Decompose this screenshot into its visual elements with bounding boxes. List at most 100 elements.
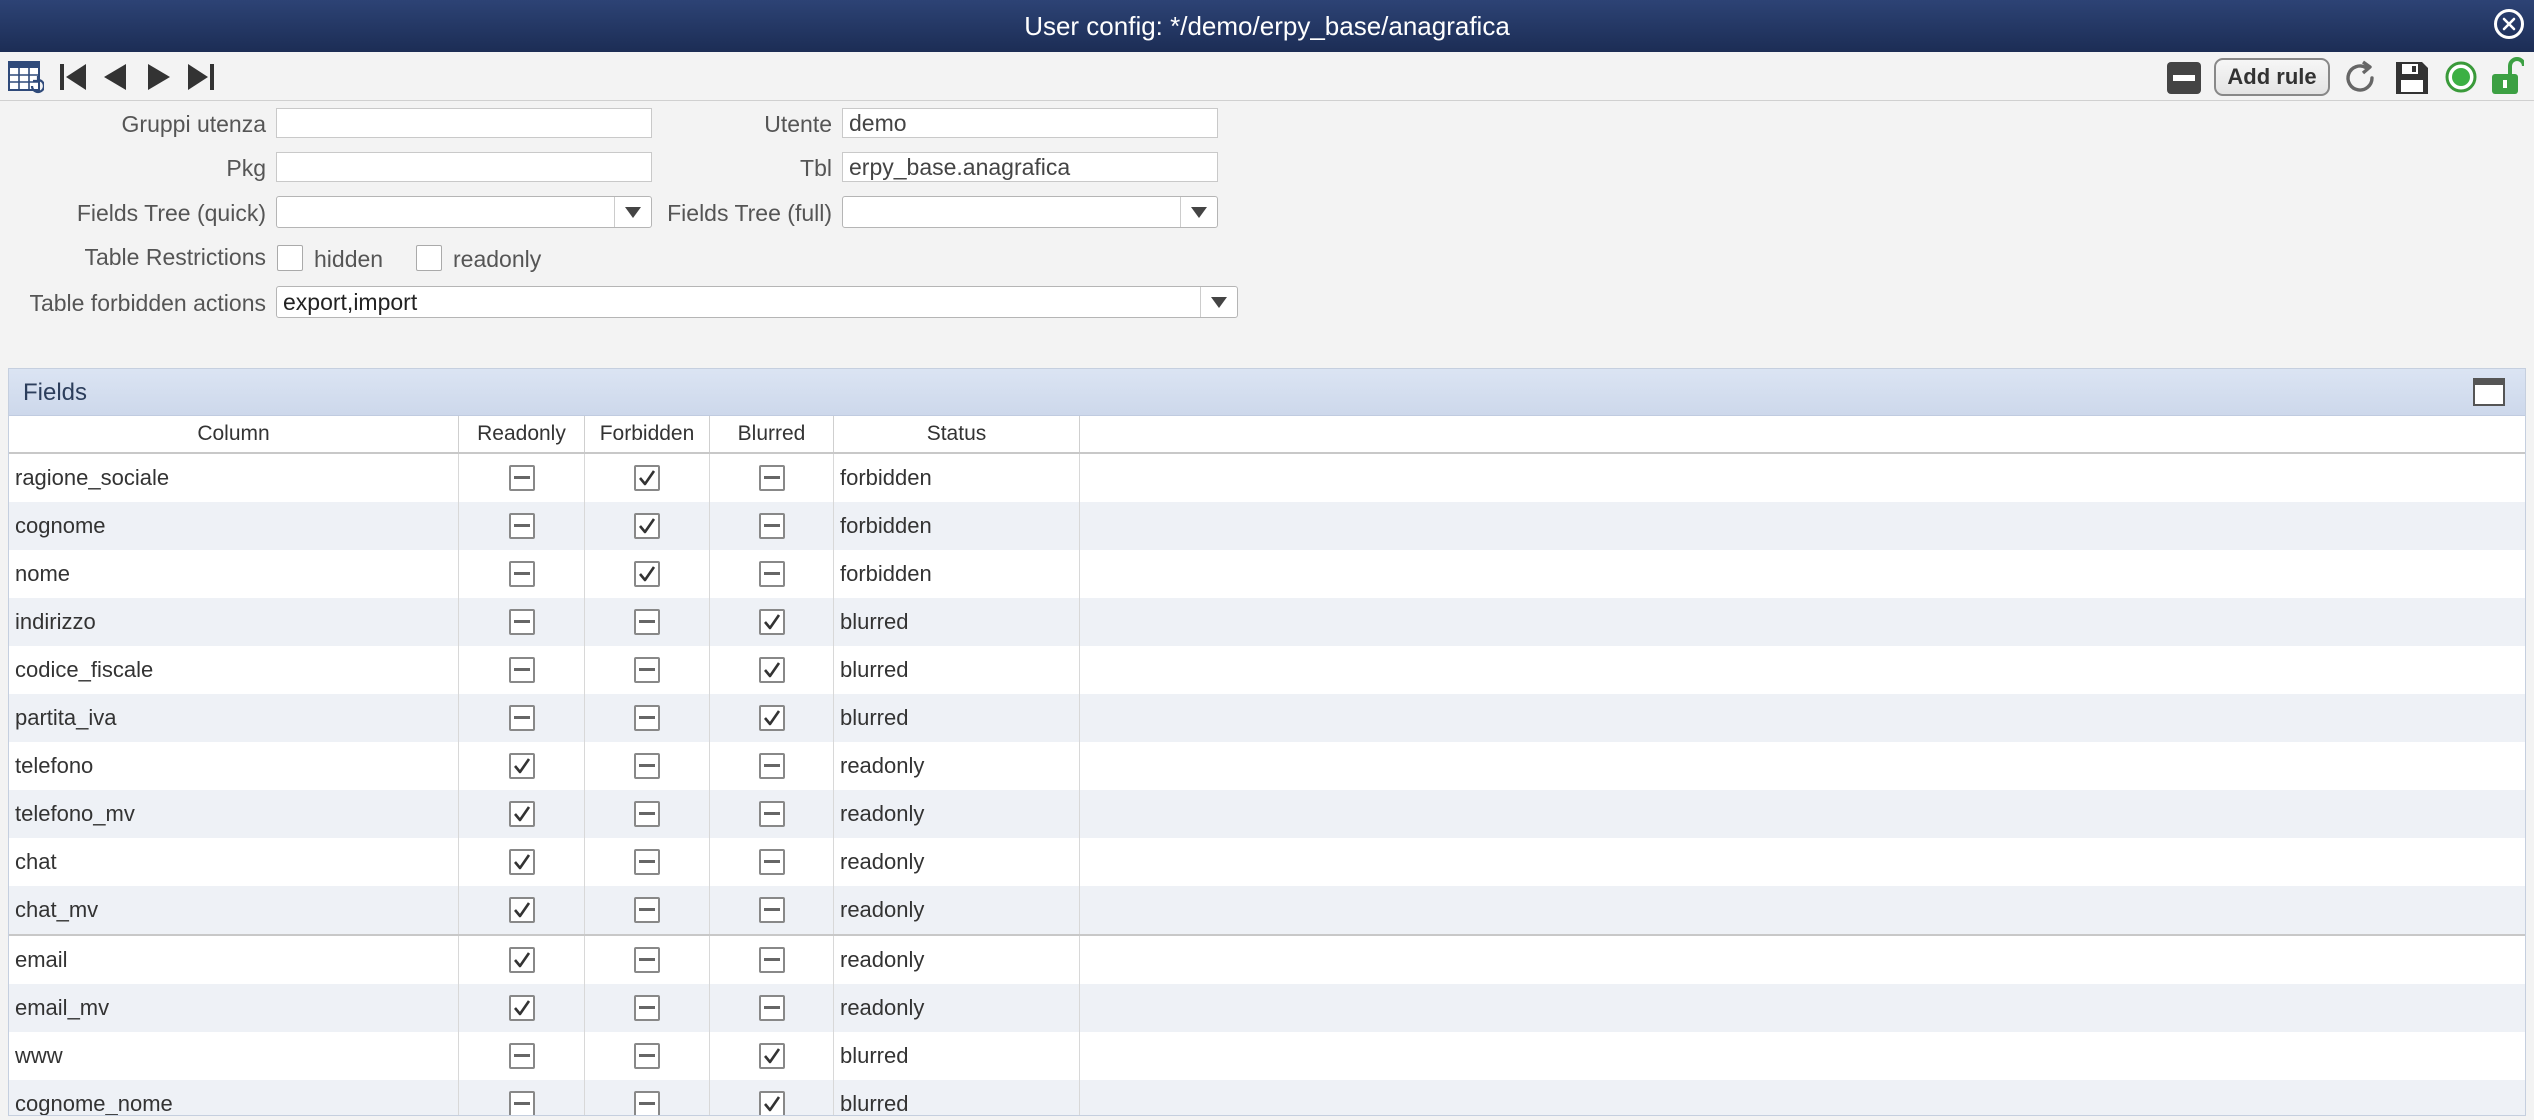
- next-icon[interactable]: [142, 60, 176, 94]
- table-row[interactable]: cognome_nome blurred: [9, 1080, 2525, 1115]
- blurred-checkbox[interactable]: [758, 897, 785, 923]
- save-icon[interactable]: [2394, 60, 2430, 96]
- table-row[interactable]: ragione_sociale forbidden: [9, 454, 2525, 502]
- forbidden-checkbox[interactable]: [634, 995, 660, 1021]
- checkmark-icon: [763, 662, 780, 678]
- readonly-checkbox[interactable]: [508, 1091, 535, 1115]
- header-blurred[interactable]: Blurred: [710, 416, 834, 452]
- forbidden-checkbox[interactable]: [634, 897, 660, 923]
- forbidden-checkbox[interactable]: [634, 657, 660, 683]
- blurred-checkbox[interactable]: [758, 995, 785, 1021]
- fields-tree-full-label: Fields Tree (full): [667, 200, 832, 226]
- dash-icon: [513, 620, 530, 623]
- fields-tree-full-select[interactable]: [842, 196, 1218, 228]
- table-row[interactable]: telefono readonly: [9, 742, 2525, 790]
- blurred-cell: [710, 1080, 834, 1115]
- forbidden-actions-select[interactable]: export,import: [276, 286, 1238, 318]
- readonly-checkbox[interactable]: [508, 801, 535, 827]
- blurred-checkbox[interactable]: [758, 801, 785, 827]
- table-row[interactable]: indirizzo blurred: [9, 598, 2525, 646]
- chevron-down-icon[interactable]: [1200, 287, 1237, 317]
- forbidden-checkbox[interactable]: [634, 705, 660, 731]
- forbidden-checkbox[interactable]: [634, 1043, 660, 1069]
- prev-icon[interactable]: [98, 60, 132, 94]
- gruppi-utenza-input[interactable]: [276, 108, 652, 138]
- readonly-checkbox[interactable]: [508, 897, 535, 923]
- column-name-cell: cognome_nome: [9, 1080, 459, 1115]
- forbidden-checkbox[interactable]: [634, 1091, 660, 1115]
- readonly-checkbox[interactable]: [508, 947, 535, 973]
- forbidden-checkbox[interactable]: [634, 561, 660, 587]
- blurred-checkbox[interactable]: [758, 753, 785, 779]
- dash-icon: [639, 1054, 655, 1057]
- blurred-checkbox[interactable]: [758, 465, 785, 491]
- lock-icon[interactable]: [2490, 56, 2524, 96]
- table-row[interactable]: telefono_mv readonly: [9, 790, 2525, 838]
- table-row[interactable]: partita_iva blurred: [9, 694, 2525, 742]
- blurred-checkbox[interactable]: [758, 947, 785, 973]
- first-icon[interactable]: [56, 60, 90, 94]
- readonly-checkbox[interactable]: [416, 245, 442, 271]
- table-icon[interactable]: [8, 60, 44, 94]
- close-icon[interactable]: [2494, 9, 2524, 39]
- header-readonly[interactable]: Readonly: [459, 416, 585, 452]
- table-row[interactable]: chat_mv readonly: [9, 886, 2525, 934]
- readonly-checkbox[interactable]: [508, 753, 535, 779]
- readonly-checkbox[interactable]: [508, 513, 535, 539]
- readonly-cell: [459, 886, 585, 934]
- utente-input[interactable]: demo: [842, 108, 1218, 138]
- readonly-checkbox[interactable]: [508, 849, 535, 875]
- readonly-checkbox[interactable]: [508, 561, 535, 587]
- blurred-cell: [710, 502, 834, 550]
- status-cell: readonly: [834, 936, 1080, 984]
- pkg-input[interactable]: [276, 152, 652, 182]
- forbidden-checkbox[interactable]: [634, 947, 660, 973]
- blurred-checkbox[interactable]: [758, 1091, 785, 1115]
- blurred-checkbox[interactable]: [758, 561, 785, 587]
- chevron-down-icon[interactable]: [614, 197, 651, 227]
- table-row[interactable]: www blurred: [9, 1032, 2525, 1080]
- last-icon[interactable]: [184, 60, 218, 94]
- readonly-checkbox[interactable]: [508, 465, 535, 491]
- add-rule-button[interactable]: Add rule: [2214, 58, 2330, 96]
- forbidden-checkbox[interactable]: [634, 753, 660, 779]
- forbidden-checkbox[interactable]: [634, 465, 660, 491]
- readonly-checkbox[interactable]: [508, 657, 535, 683]
- table-row[interactable]: email readonly: [9, 934, 2525, 984]
- blurred-checkbox[interactable]: [758, 705, 785, 731]
- table-row[interactable]: nome forbidden: [9, 550, 2525, 598]
- readonly-checkbox[interactable]: [508, 1043, 535, 1069]
- forbidden-checkbox[interactable]: [634, 609, 660, 635]
- readonly-checkbox[interactable]: [508, 609, 535, 635]
- tbl-input[interactable]: erpy_base.anagrafica: [842, 152, 1218, 182]
- column-name-cell: www: [9, 1032, 459, 1080]
- table-header: Column Readonly Forbidden Blurred Status: [9, 416, 2525, 454]
- blurred-checkbox[interactable]: [758, 1043, 785, 1069]
- dash-icon: [639, 812, 655, 815]
- header-status[interactable]: Status: [834, 416, 1080, 452]
- blurred-checkbox[interactable]: [758, 657, 785, 683]
- forbidden-cell: [585, 742, 710, 790]
- refresh-icon[interactable]: [2342, 60, 2380, 96]
- hidden-checkbox[interactable]: [277, 245, 303, 271]
- blurred-checkbox[interactable]: [758, 609, 785, 635]
- maximize-icon[interactable]: [2473, 378, 2505, 411]
- blurred-checkbox[interactable]: [758, 849, 785, 875]
- table-row[interactable]: chat readonly: [9, 838, 2525, 886]
- readonly-checkbox[interactable]: [508, 995, 535, 1021]
- forbidden-checkbox[interactable]: [634, 849, 660, 875]
- header-column[interactable]: Column: [9, 416, 459, 452]
- blurred-checkbox[interactable]: [758, 513, 785, 539]
- forbidden-checkbox[interactable]: [634, 801, 660, 827]
- header-forbidden[interactable]: Forbidden: [585, 416, 710, 452]
- table-row[interactable]: email_mv readonly: [9, 984, 2525, 1032]
- fields-tree-quick-select[interactable]: [276, 196, 652, 228]
- table-row[interactable]: codice_fiscale blurred: [9, 646, 2525, 694]
- minus-icon[interactable]: [2166, 61, 2202, 95]
- table-row[interactable]: cognome forbidden: [9, 502, 2525, 550]
- readonly-checkbox[interactable]: [508, 705, 535, 731]
- forbidden-checkbox[interactable]: [634, 513, 660, 539]
- chevron-down-icon[interactable]: [1180, 197, 1217, 227]
- forbidden-cell: [585, 1080, 710, 1115]
- forbidden-actions-value: export,import: [283, 289, 418, 315]
